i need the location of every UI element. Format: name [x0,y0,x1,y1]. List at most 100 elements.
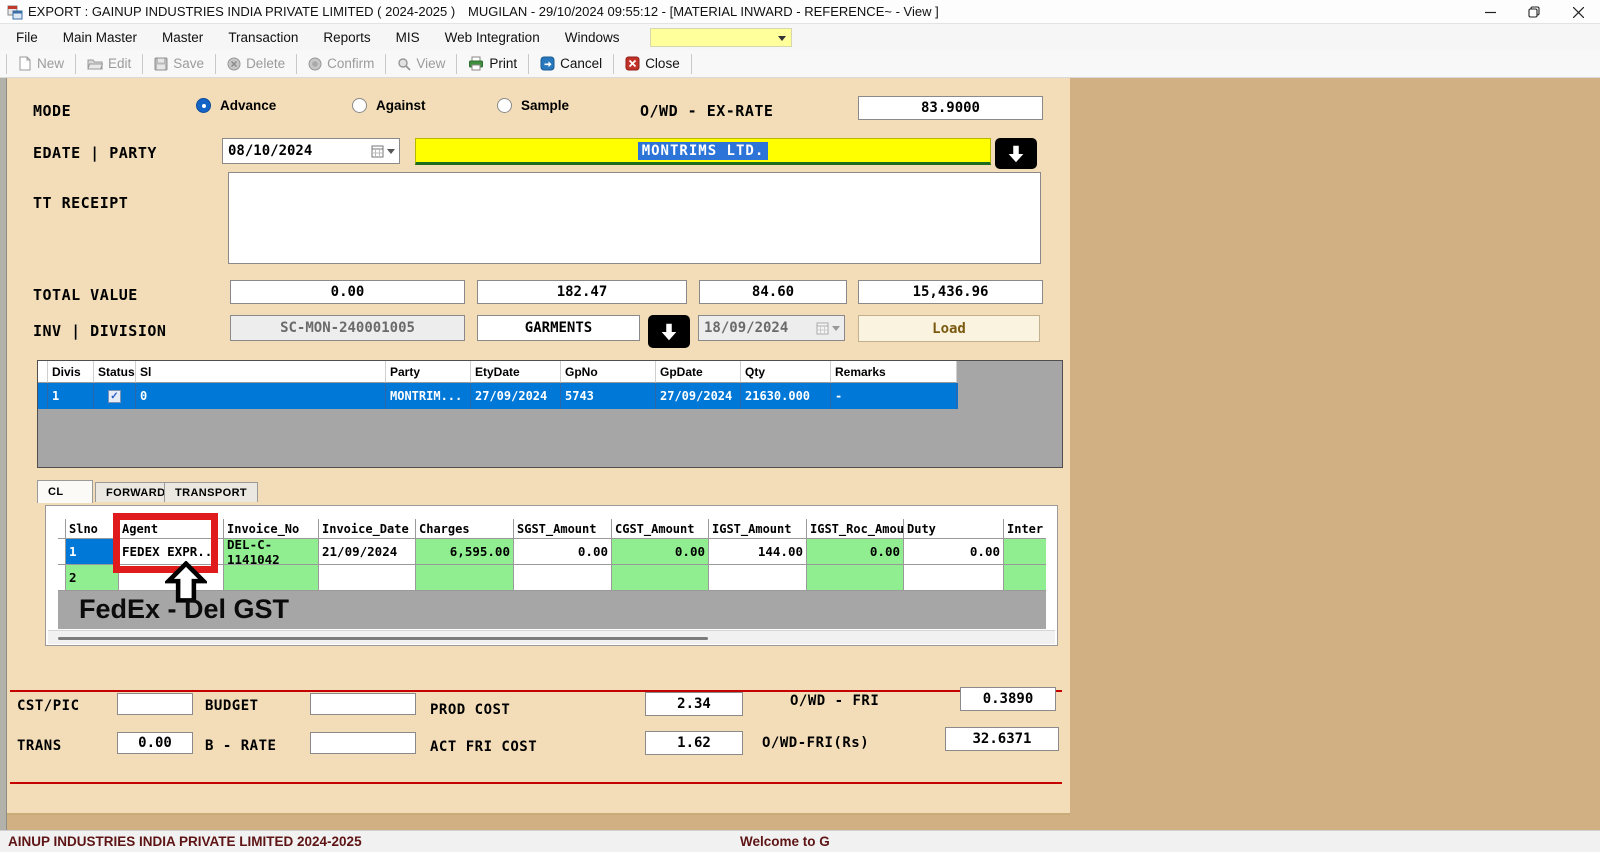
grid2-col-header[interactable]: IGST_Amount [709,519,807,539]
close-window-button[interactable] [1556,0,1600,24]
grid2-col-header[interactable]: Slno [66,519,119,539]
tab-cl[interactable]: CL [37,480,93,503]
app-window: EXPORT : GAINUP INDUSTRIES INDIA PRIVATE… [0,0,1600,852]
grid2-cell: 0.00 [612,539,709,565]
menu-transaction[interactable]: Transaction [228,30,298,45]
grid2-col-header[interactable]: Inter [1004,519,1046,539]
calendar-icon [816,322,844,335]
menu-mis[interactable]: MIS [396,30,420,45]
grid1-col-header[interactable]: Divis [48,361,94,383]
status-welcome: Welcome to G [740,834,830,849]
total-value-3[interactable]: 84.60 [699,280,847,304]
grid1-col-header[interactable]: Sl [136,361,386,383]
grid2-col-header[interactable]: Duty [904,519,1004,539]
grid1-col-header[interactable]: Qty [741,361,831,383]
app-icon [7,4,23,20]
toolbar-separator [296,54,297,74]
grid2-col-header[interactable]: Invoice_No [224,519,319,539]
magnifier-icon [397,57,411,71]
grid2-col-header[interactable]: CGST_Amount [612,519,709,539]
grid1-selected-row[interactable]: 1 ✓ 0 MONTRIM... 27/09/2024 5743 27/09/2… [38,383,958,409]
edate-party-label: EDATE | PARTY [33,144,157,162]
tt-receipt-textarea[interactable] [228,172,1041,264]
print-button[interactable]: Print [459,53,526,74]
cancel-button[interactable]: Cancel [531,53,611,74]
grid2-col-header[interactable]: SGST_Amount [514,519,612,539]
save-button[interactable]: Save [145,53,213,74]
division-lookup-button[interactable] [648,315,690,348]
toolbar-separator [6,54,7,74]
radio-against[interactable]: Against [352,98,426,113]
view-button[interactable]: View [388,53,454,74]
owd-fri-label: O/WD - FRI [790,693,879,709]
grid2-col-header[interactable]: Invoice_Date [319,519,416,539]
trans-field[interactable]: 0.00 [117,732,193,754]
total-value-2[interactable]: 182.47 [477,280,687,304]
grid2-hscrollbar[interactable] [48,630,1055,644]
grid2-cell [904,565,1004,591]
invoice-no-field[interactable]: SC-MON-240001005 [230,315,465,341]
grid1-cell: 27/09/2024 [471,383,561,409]
grid2-col-header[interactable]: Charges [416,519,514,539]
prod-cost-field[interactable]: 2.34 [645,692,743,716]
menu-windows[interactable]: Windows [565,30,620,45]
edit-button[interactable]: Edit [78,53,140,74]
grid2-cell: 0.00 [904,539,1004,565]
grid1-col-header[interactable]: Party [386,361,471,383]
party-lookup-button[interactable] [995,138,1037,169]
grid1-col-header[interactable]: GpDate [656,361,741,383]
total-value-4[interactable]: 15,436.96 [858,280,1043,304]
budget-field[interactable] [310,693,416,715]
tab-transport[interactable]: TRANSPORT [164,482,258,502]
grid2-col-header[interactable]: IGST_Roc_Amou [807,519,904,539]
total-value-1[interactable]: 0.00 [230,280,465,304]
menu-web-integration[interactable]: Web Integration [445,30,540,45]
checked-checkbox-icon[interactable]: ✓ [108,390,121,403]
b-rate-field[interactable] [310,732,416,754]
close-button[interactable]: Close [616,53,689,74]
edate-picker[interactable]: 08/10/2024 [222,138,400,164]
toolbar-separator [691,54,692,74]
grid2-row-stub [58,519,66,539]
owd-fri-rs-field[interactable]: 32.6371 [945,727,1059,751]
division-field[interactable]: GARMENTS [477,315,640,341]
new-button[interactable]: New [9,53,73,74]
new-page-icon [18,56,32,71]
grid1-cell: 27/09/2024 [656,383,741,409]
grid2-cell [807,565,904,591]
radio-sample[interactable]: Sample [497,98,569,113]
menu-bar: File Main Master Master Transaction Repo… [0,24,1600,50]
toolbar-separator [142,54,143,74]
grid2-cell: 1 [66,539,119,565]
exrate-field[interactable]: 83.9000 [858,96,1043,120]
menu-reports[interactable]: Reports [323,30,370,45]
grid2-cell: 0.00 [807,539,904,565]
grid1-cell: 21630.000 [741,383,831,409]
restore-button[interactable] [1512,0,1556,24]
owd-fri-field[interactable]: 0.3890 [960,687,1056,711]
grid1-col-header[interactable]: Status [94,361,136,383]
grid1-col-header[interactable]: Remarks [831,361,957,383]
radio-advance[interactable]: Advance [196,98,276,113]
menu-main-master[interactable]: Main Master [63,30,137,45]
minimize-button[interactable] [1468,0,1512,24]
grid1-col-header[interactable]: EtyDate [471,361,561,383]
grid1-col-header[interactable]: GpNo [561,361,656,383]
quick-search-combobox[interactable] [650,28,792,47]
menu-master[interactable]: Master [162,30,203,45]
title-bar: EXPORT : GAINUP INDUSTRIES INDIA PRIVATE… [0,0,1600,24]
confirm-button[interactable]: Confirm [299,53,383,74]
act-fri-cost-field[interactable]: 1.62 [645,731,743,755]
party-field[interactable]: MONTRIMS LTD. [415,138,991,165]
exrate-label: O/WD - EX-RATE [640,102,773,120]
scrollbar-thumb[interactable] [58,637,708,640]
reference-grid[interactable]: Divis Status Sl Party EtyDate GpNo GpDat… [37,360,1063,468]
inv-date-picker[interactable]: 18/09/2024 [698,315,845,341]
delete-button[interactable]: Delete [218,53,294,74]
cst-pic-field[interactable] [117,693,193,715]
menu-file[interactable]: File [16,30,38,45]
total-value-label: TOTAL VALUE [33,286,138,304]
load-button[interactable]: Load [858,315,1040,342]
toolbar-separator [385,54,386,74]
owd-fri-rs-label: O/WD-FRI(Rs) [762,735,869,751]
